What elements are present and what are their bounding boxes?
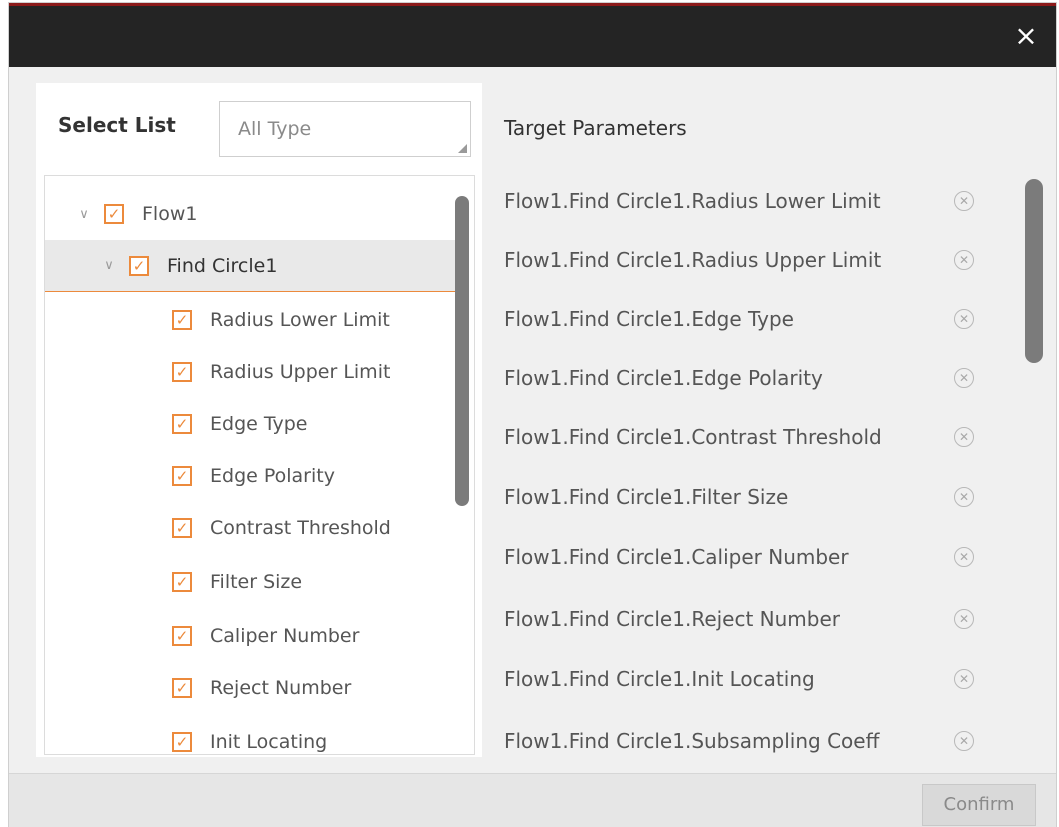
- chevron-down-icon[interactable]: ∨: [102, 258, 116, 273]
- remove-icon[interactable]: ✕: [954, 487, 974, 507]
- param-name: Flow1.Find Circle1.Filter Size: [504, 485, 789, 509]
- checkbox[interactable]: ✓: [172, 414, 192, 434]
- tree-node-find-circle1[interactable]: ∨ ✓ Find Circle1: [45, 240, 456, 292]
- param-name: Flow1.Find Circle1.Radius Lower Limit: [504, 189, 881, 213]
- remove-icon[interactable]: ✕: [954, 669, 974, 689]
- remove-icon[interactable]: ✕: [954, 309, 974, 329]
- list-item: Flow1.Find Circle1.Reject Number ✕: [504, 599, 984, 639]
- tree-node-flow1[interactable]: ∨ ✓ Flow1: [45, 188, 456, 240]
- list-item: Flow1.Find Circle1.Edge Polarity ✕: [504, 358, 984, 398]
- list-item: Flow1.Find Circle1.Edge Type ✕: [504, 299, 984, 339]
- checkbox[interactable]: ✓: [172, 518, 192, 538]
- tree-item-label: Reject Number: [210, 677, 352, 699]
- checkbox[interactable]: ✓: [172, 626, 192, 646]
- remove-icon[interactable]: ✕: [954, 427, 974, 447]
- type-filter-dropdown[interactable]: All Type: [219, 101, 471, 157]
- remove-icon[interactable]: ✕: [954, 609, 974, 629]
- chevron-down-icon[interactable]: ∨: [77, 207, 91, 222]
- remove-icon[interactable]: ✕: [954, 368, 974, 388]
- type-filter-value: All Type: [238, 118, 312, 140]
- tree-item[interactable]: ✓ Filter Size: [45, 556, 456, 608]
- param-name: Flow1.Find Circle1.Subsampling Coeff: [504, 729, 880, 753]
- param-name: Flow1.Find Circle1.Edge Polarity: [504, 366, 823, 390]
- parameter-tree: ∨ ✓ Flow1 ∨ ✓ Find Circle1 ✓ Radius Lowe…: [44, 175, 475, 755]
- checkbox[interactable]: ✓: [172, 466, 192, 486]
- parameter-list-scrollbar[interactable]: [1025, 179, 1043, 363]
- tree-item-label: Radius Lower Limit: [210, 309, 390, 331]
- tree-item[interactable]: ✓ Reject Number: [45, 662, 456, 714]
- tree-item-label: Init Locating: [210, 731, 328, 753]
- target-parameter-list: Flow1.Find Circle1.Radius Lower Limit ✕ …: [504, 175, 1004, 757]
- tree-item-label: Edge Type: [210, 413, 308, 435]
- tree-item-label: Filter Size: [210, 571, 303, 593]
- checkbox-find-circle1[interactable]: ✓: [129, 255, 149, 276]
- tree-item[interactable]: ✓ Contrast Threshold: [45, 502, 456, 554]
- param-name: Flow1.Find Circle1.Init Locating: [504, 667, 815, 691]
- tree-item[interactable]: ✓ Edge Type: [45, 398, 456, 450]
- dropdown-corner-icon: [458, 144, 467, 153]
- tree-item[interactable]: ✓ Edge Polarity: [45, 450, 456, 502]
- dialog-footer: Confirm: [9, 773, 1056, 827]
- checkbox[interactable]: ✓: [172, 732, 192, 752]
- tree-item-label: Radius Upper Limit: [210, 361, 391, 383]
- checkbox[interactable]: ✓: [172, 362, 192, 382]
- tree-item[interactable]: ✓ Radius Upper Limit: [45, 346, 456, 398]
- remove-icon[interactable]: ✕: [954, 191, 974, 211]
- list-item: Flow1.Find Circle1.Filter Size ✕: [504, 477, 984, 517]
- list-item: Flow1.Find Circle1.Init Locating ✕: [504, 659, 984, 699]
- select-parameters-dialog: × Select List All Type ∨ ✓ Flow1 ∨ ✓ Fin…: [8, 2, 1057, 827]
- list-item: Flow1.Find Circle1.Radius Lower Limit ✕: [504, 181, 984, 221]
- checkbox[interactable]: ✓: [172, 678, 192, 698]
- confirm-button[interactable]: Confirm: [922, 784, 1036, 826]
- tree-scrollbar[interactable]: [455, 196, 469, 506]
- select-list-panel: Select List All Type ∨ ✓ Flow1 ∨ ✓ Find …: [36, 83, 482, 757]
- list-item: Flow1.Find Circle1.Subsampling Coeff ✕: [504, 721, 984, 757]
- tree-item[interactable]: ✓ Caliper Number: [45, 610, 456, 662]
- param-name: Flow1.Find Circle1.Contrast Threshold: [504, 425, 882, 449]
- tree-item[interactable]: ✓ Init Locating: [45, 716, 456, 754]
- param-name: Flow1.Find Circle1.Reject Number: [504, 607, 841, 631]
- param-name: Flow1.Find Circle1.Radius Upper Limit: [504, 248, 882, 272]
- param-name: Flow1.Find Circle1.Edge Type: [504, 307, 794, 331]
- tree-item-label: Contrast Threshold: [210, 517, 391, 539]
- tree-item-label: Caliper Number: [210, 625, 360, 647]
- checkbox[interactable]: ✓: [172, 310, 192, 330]
- tree-item-label: Edge Polarity: [210, 465, 335, 487]
- remove-icon[interactable]: ✕: [954, 250, 974, 270]
- list-item: Flow1.Find Circle1.Contrast Threshold ✕: [504, 417, 984, 457]
- target-parameters-panel: Target Parameters Flow1.Find Circle1.Rad…: [490, 83, 1050, 757]
- tree-node-label: Find Circle1: [167, 254, 278, 277]
- param-name: Flow1.Find Circle1.Caliper Number: [504, 545, 849, 569]
- target-parameters-title: Target Parameters: [504, 116, 687, 140]
- dialog-titlebar: ×: [9, 3, 1056, 67]
- tree-item[interactable]: ✓ Radius Lower Limit: [45, 294, 456, 346]
- checkbox-flow1[interactable]: ✓: [104, 204, 124, 224]
- remove-icon[interactable]: ✕: [954, 547, 974, 567]
- checkbox[interactable]: ✓: [172, 572, 192, 592]
- tree-node-label: Flow1: [142, 203, 198, 225]
- list-item: Flow1.Find Circle1.Caliper Number ✕: [504, 537, 984, 577]
- remove-icon[interactable]: ✕: [954, 731, 974, 751]
- select-list-label: Select List: [58, 113, 176, 137]
- list-item: Flow1.Find Circle1.Radius Upper Limit ✕: [504, 240, 984, 280]
- close-icon[interactable]: ×: [1012, 22, 1040, 50]
